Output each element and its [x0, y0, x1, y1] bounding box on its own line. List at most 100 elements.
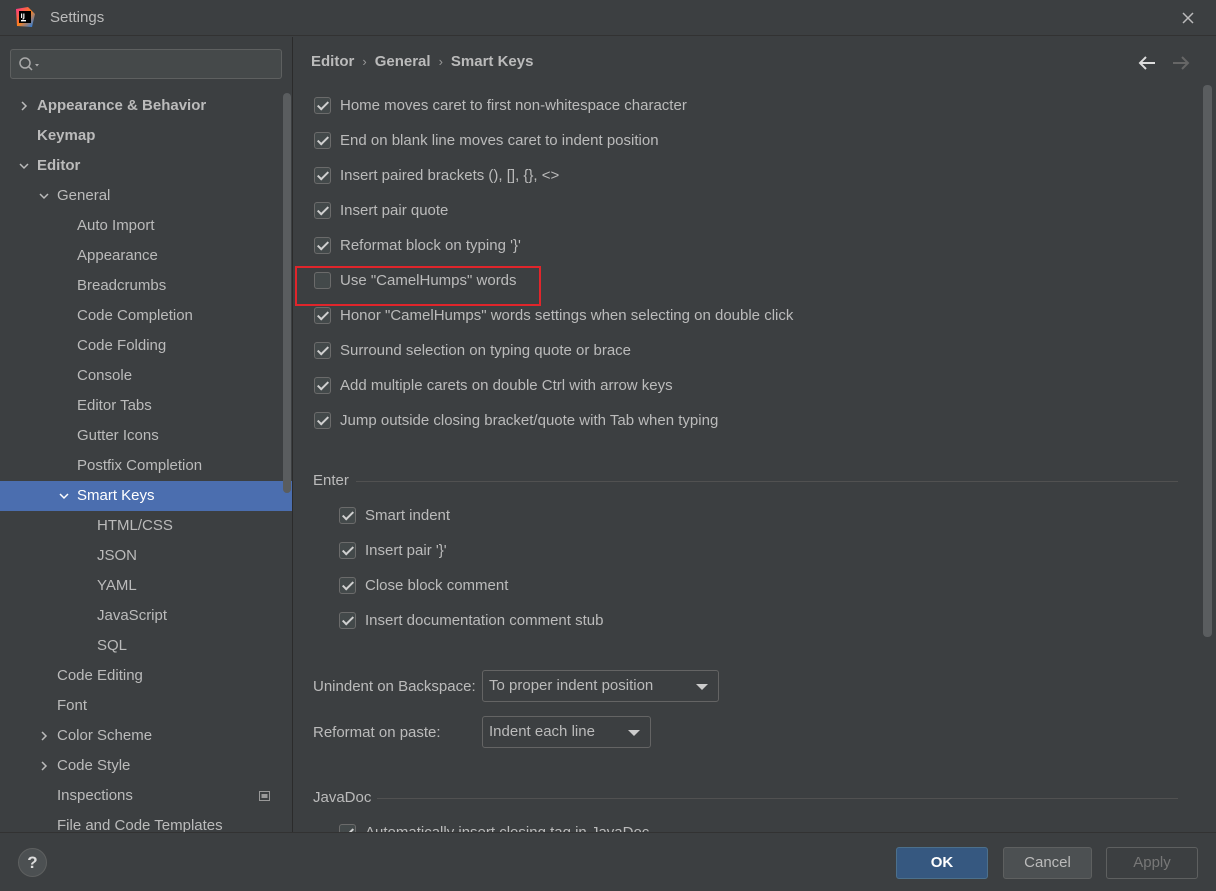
sidebar-item-postfix-completion[interactable]: Postfix Completion — [0, 451, 292, 481]
checkbox[interactable] — [314, 97, 331, 114]
sidebar-item-label: Console — [77, 367, 133, 384]
sidebar-item-html-css[interactable]: HTML/CSS — [0, 511, 292, 541]
sidebar-item-label: Breadcrumbs — [77, 277, 167, 294]
option-label: Home moves caret to first non-whitespace… — [340, 97, 687, 114]
back-arrow-icon[interactable] — [1137, 55, 1157, 71]
chevron-right-icon[interactable] — [18, 100, 30, 112]
chevron-right-icon[interactable] — [38, 760, 50, 772]
sidebar-item-label: Inspections — [57, 787, 133, 804]
close-icon[interactable] — [1178, 8, 1198, 28]
checkbox[interactable] — [339, 612, 356, 629]
sidebar-item-console[interactable]: Console — [0, 361, 292, 391]
sidebar-scrollbar[interactable] — [283, 93, 291, 493]
sidebar-item-file-and-code-templates[interactable]: File and Code Templates — [0, 811, 292, 832]
breadcrumb-separator: › — [362, 54, 367, 69]
ok-button[interactable]: OK — [896, 847, 988, 879]
forward-arrow-icon[interactable] — [1171, 55, 1191, 71]
checkbox[interactable] — [314, 377, 331, 394]
breadcrumb-item: Smart Keys — [450, 53, 534, 70]
svg-text:IJ: IJ — [21, 13, 25, 20]
sidebar-item-breadcrumbs[interactable]: Breadcrumbs — [0, 271, 292, 301]
chevron-down-icon[interactable] — [58, 490, 70, 502]
option-label: Reformat block on typing '}' — [340, 237, 521, 254]
sidebar-item-label: Code Completion — [77, 307, 193, 324]
sidebar-item-smart-keys[interactable]: Smart Keys — [0, 481, 292, 511]
checkbox[interactable] — [339, 542, 356, 559]
sidebar-item-sql[interactable]: SQL — [0, 631, 292, 661]
chevron-down-icon[interactable] — [38, 190, 50, 202]
enter-section-title: Enter — [313, 472, 349, 489]
option-label: End on blank line moves caret to indent … — [340, 132, 659, 149]
sidebar-item-yaml[interactable]: YAML — [0, 571, 292, 601]
sidebar-item-editor-tabs[interactable]: Editor Tabs — [0, 391, 292, 421]
sidebar-item-code-editing[interactable]: Code Editing — [0, 661, 292, 691]
reformat-paste-dropdown[interactable]: Indent each line — [482, 716, 651, 748]
checkbox[interactable] — [314, 307, 331, 324]
checkbox[interactable] — [339, 577, 356, 594]
chevron-down-icon[interactable] — [18, 160, 30, 172]
sidebar-item-label: Auto Import — [77, 217, 155, 234]
search-icon — [19, 57, 39, 71]
option-label: Close block comment — [365, 577, 509, 594]
checkbox[interactable] — [314, 167, 331, 184]
checkbox[interactable] — [314, 412, 331, 429]
breadcrumb-item[interactable]: General — [375, 53, 431, 70]
sidebar-item-color-scheme[interactable]: Color Scheme — [0, 721, 292, 751]
option-label: Insert pair '}' — [365, 542, 447, 559]
sidebar-item-code-completion[interactable]: Code Completion — [0, 301, 292, 331]
option-label: Insert pair quote — [340, 202, 449, 219]
settings-content: Editor › General › Smart Keys Home moves car… — [293, 37, 1216, 832]
sidebar-item-label: JSON — [97, 547, 138, 564]
checkbox[interactable] — [314, 342, 331, 359]
sidebar-item-label: YAML — [97, 577, 137, 594]
sidebar-item-label: Postfix Completion — [77, 457, 203, 474]
unindent-label: Unindent on Backspace: — [313, 678, 476, 695]
content-scrollbar[interactable] — [1203, 85, 1212, 637]
sidebar-item-label: HTML/CSS — [97, 517, 173, 534]
chevron-right-icon[interactable] — [38, 730, 50, 742]
sidebar-item-code-folding[interactable]: Code Folding — [0, 331, 292, 361]
option-label: Honor "CamelHumps" words settings when s… — [340, 307, 794, 324]
reformat-paste-label: Reformat on paste: — [313, 724, 441, 741]
unindent-dropdown[interactable]: To proper indent position — [482, 670, 719, 702]
sidebar-item-label: File and Code Templates — [57, 817, 223, 832]
sidebar-item-json[interactable]: JSON — [0, 541, 292, 571]
settings-search-input[interactable] — [10, 49, 282, 79]
checkbox[interactable] — [339, 824, 356, 832]
sidebar-item-code-style[interactable]: Code Style — [0, 751, 292, 781]
breadcrumb: Editor › General › Smart Keys — [311, 53, 533, 70]
sidebar-item-auto-import[interactable]: Auto Import — [0, 211, 292, 241]
checkbox[interactable] — [339, 507, 356, 524]
sidebar-item-appearance[interactable]: Appearance — [0, 241, 292, 271]
option-label: Automatically insert closing tag in Java… — [365, 823, 649, 832]
title-bar: IJ Settings — [0, 0, 1216, 36]
breadcrumb-separator: › — [438, 54, 443, 69]
highlight-box — [295, 266, 541, 306]
apply-button[interactable]: Apply — [1106, 847, 1198, 879]
section-divider — [356, 481, 1178, 482]
sidebar-item-label: Appearance & Behavior — [37, 97, 207, 114]
sidebar-item-general[interactable]: General — [0, 181, 292, 211]
sidebar-item-appearance-behavior[interactable]: Appearance & Behavior — [0, 91, 292, 121]
option-label: Smart indent — [365, 507, 451, 524]
sidebar-item-label: Editor Tabs — [77, 397, 152, 414]
chevron-down-icon — [628, 730, 640, 736]
option-label: Jump outside closing bracket/quote with … — [340, 412, 719, 429]
option-label: Insert paired brackets (), [], {}, <> — [340, 167, 560, 184]
help-button[interactable]: ? — [18, 848, 47, 877]
sidebar-item-font[interactable]: Font — [0, 691, 292, 721]
checkbox[interactable] — [314, 132, 331, 149]
window-title: Settings — [50, 9, 105, 26]
option-label: Surround selection on typing quote or br… — [340, 342, 632, 359]
checkbox[interactable] — [314, 202, 331, 219]
settings-sidebar: Appearance & Behavior Keymap Editor General… — [0, 37, 292, 832]
sidebar-item-javascript[interactable]: JavaScript — [0, 601, 292, 631]
sidebar-item-label: Keymap — [37, 127, 96, 144]
sidebar-item-inspections[interactable]: Inspections — [0, 781, 292, 811]
checkbox[interactable] — [314, 237, 331, 254]
sidebar-item-gutter-icons[interactable]: Gutter Icons — [0, 421, 292, 451]
breadcrumb-item[interactable]: Editor — [311, 53, 354, 70]
cancel-button[interactable]: Cancel — [1003, 847, 1092, 879]
sidebar-item-editor[interactable]: Editor — [0, 151, 292, 181]
sidebar-item-keymap[interactable]: Keymap — [0, 121, 292, 151]
